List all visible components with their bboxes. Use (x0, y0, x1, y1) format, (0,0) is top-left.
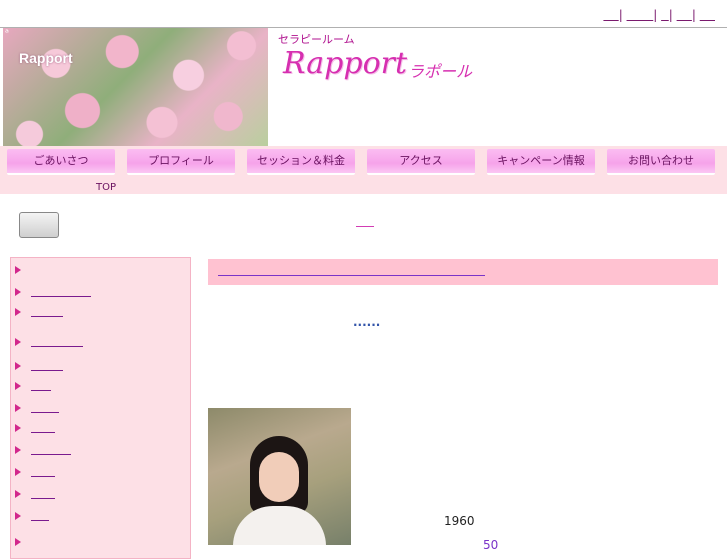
nav-campaign[interactable]: キャンペーン情報 (487, 149, 595, 175)
main-heading-bar (208, 259, 718, 285)
corner-mark: ᵃ (5, 28, 9, 39)
arrow-right-icon (15, 362, 21, 370)
gray-button[interactable] (19, 212, 59, 238)
arrow-right-icon (15, 338, 21, 346)
arrow-right-icon (15, 266, 21, 274)
center-link[interactable] (356, 218, 374, 227)
profile-photo (208, 408, 351, 545)
site-subtitle: セラピールーム (278, 33, 355, 46)
nav-profile[interactable]: プロフィール (127, 149, 235, 175)
breadcrumb-top[interactable]: TOP (96, 182, 116, 193)
nav-contact[interactable]: お問い合わせ (607, 149, 715, 175)
main-heading-link[interactable] (218, 275, 485, 276)
top-link-3[interactable] (661, 8, 669, 22)
nav-session-fee[interactable]: セッション＆料金 (247, 149, 355, 175)
arrow-right-icon (15, 468, 21, 476)
photo-body (233, 506, 326, 545)
top-bar: | | | | (0, 0, 727, 28)
top-link-5[interactable] (700, 8, 715, 22)
main-nav: ごあいさつ プロフィール セッション＆料金 アクセス キャンペーン情報 お問い合… (0, 146, 727, 194)
nav-access[interactable]: アクセス (367, 149, 475, 175)
ellipsis-text: ...... (353, 315, 381, 329)
site-header: ᵃ Rapport セラピールーム Rapport ラポール (0, 28, 727, 146)
arrow-right-icon (15, 424, 21, 432)
arrow-right-icon (15, 404, 21, 412)
top-links: | | | | (603, 8, 715, 22)
arrow-right-icon (15, 512, 21, 520)
top-link-1[interactable] (603, 8, 618, 22)
nav-greeting[interactable]: ごあいさつ (7, 149, 115, 175)
birth-year: 1960 (444, 514, 475, 528)
sidebar-menu (10, 257, 191, 559)
arrow-right-icon (15, 288, 21, 296)
site-logo[interactable]: Rapport (283, 46, 407, 81)
photo-face (259, 452, 299, 502)
arrow-right-icon (15, 382, 21, 390)
site-label: Rapport (19, 50, 73, 66)
arrow-right-icon (15, 446, 21, 454)
header-flower-image: ᵃ Rapport (3, 28, 268, 146)
number-link[interactable]: 50 (483, 538, 498, 552)
arrow-right-icon (15, 490, 21, 498)
top-link-4[interactable] (677, 8, 692, 22)
top-link-2[interactable] (627, 8, 654, 22)
site-logo-kana: ラポール (408, 62, 473, 81)
arrow-right-icon (15, 308, 21, 316)
